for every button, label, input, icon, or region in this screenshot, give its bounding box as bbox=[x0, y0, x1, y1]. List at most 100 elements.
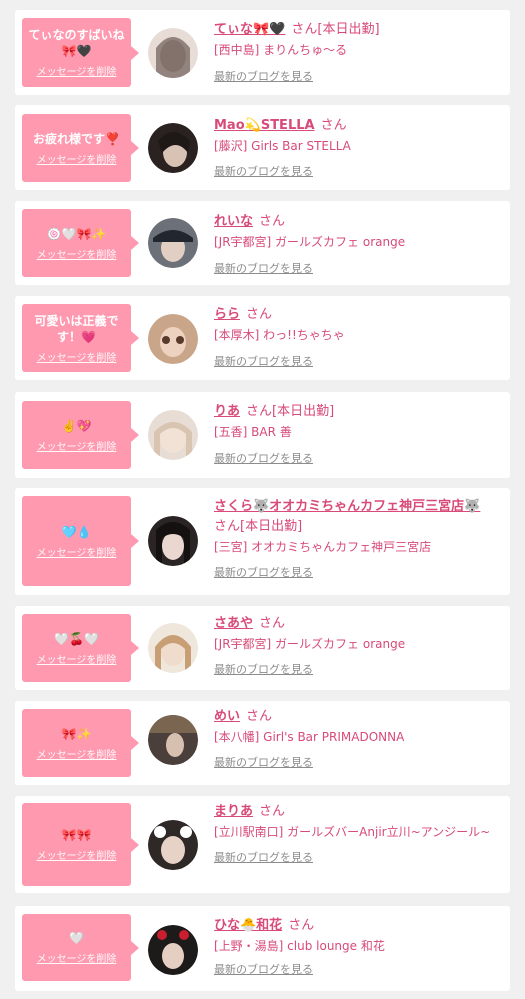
avatar-image bbox=[148, 218, 198, 268]
avatar-image bbox=[148, 123, 198, 173]
avatar[interactable] bbox=[148, 314, 198, 364]
avatar[interactable] bbox=[148, 410, 198, 460]
cast-name-link[interactable]: さくら🐺オオカミちゃんカフェ神戸三宮店🐺 bbox=[214, 499, 480, 514]
message-bubble: 🤍🍒🤍 メッセージを削除 bbox=[22, 614, 139, 682]
message-bubble: 🩵💧 メッセージを削除 bbox=[22, 496, 139, 586]
shop-name: [JR宇都宮] ガールズカフェ orange bbox=[214, 235, 406, 249]
message-text: 🤍🍒🤍 bbox=[54, 631, 99, 646]
shop-name: [立川駅南口] ガールズバーAnjir立川~アンジール~ bbox=[214, 825, 491, 839]
message-bubble: 🎀✨ メッセージを削除 bbox=[22, 709, 139, 777]
list-item: 🩵💧 メッセージを削除 さくら🐺オオカミちゃんカフェ神戸三宮店🐺 さん[本日出勤… bbox=[15, 488, 510, 595]
cast-name-link[interactable]: れいな bbox=[214, 214, 253, 229]
list-item: 🍥🤍🎀✨ メッセージを削除 れいな さん [JR宇都宮] ガールズカフェ oran… bbox=[15, 201, 510, 285]
avatar[interactable] bbox=[148, 28, 198, 78]
message-bubble: 可愛いは正義です！💗 メッセージを削除 bbox=[22, 304, 139, 372]
attendance-badge: [本日出勤] bbox=[272, 404, 335, 419]
cast-name-link[interactable]: ひな🐣和花 bbox=[214, 918, 282, 933]
list-item: 可愛いは正義です！💗 メッセージを削除 らら さん [本厚木] わっ!!ちゃちゃ … bbox=[15, 296, 510, 380]
honorific: さん bbox=[246, 404, 273, 419]
avatar-image bbox=[148, 28, 198, 78]
avatar-image bbox=[148, 623, 198, 673]
honorific: さん bbox=[259, 616, 286, 631]
honorific: さん bbox=[246, 307, 273, 322]
message-bubble: ✌️💖 メッセージを削除 bbox=[22, 401, 139, 469]
list-item: てぃなのすばいね🎀🖤 メッセージを削除 てぃな🎀🖤 さん[本日出勤] [西中島] … bbox=[15, 10, 510, 95]
cast-name-link[interactable]: りあ bbox=[214, 404, 240, 419]
cast-name-link[interactable]: まりあ bbox=[214, 804, 253, 819]
message-text: 🎀🎀 bbox=[61, 828, 92, 842]
message-bubble: 🍥🤍🎀✨ メッセージを削除 bbox=[22, 209, 139, 277]
shop-name: [西中島] まりんちゅ～る bbox=[214, 43, 348, 57]
shop-name: [五香] BAR 善 bbox=[214, 425, 292, 439]
delete-message-link[interactable]: メッセージを削除 bbox=[37, 63, 117, 78]
delete-message-link[interactable]: メッセージを削除 bbox=[37, 438, 117, 453]
list-item: お疲れ様です❣️ メッセージを削除 Mao💫STELLA さん [藤沢] Girl… bbox=[15, 105, 510, 190]
shop-name: [本厚木] わっ!!ちゃちゃ bbox=[214, 328, 345, 342]
message-text: 🩵💧 bbox=[61, 524, 92, 539]
avatar[interactable] bbox=[148, 715, 198, 765]
avatar[interactable] bbox=[148, 623, 198, 673]
latest-blog-link[interactable]: 最新のブログを見る bbox=[214, 850, 504, 866]
avatar-image bbox=[148, 314, 198, 364]
message-text: 🍥🤍🎀✨ bbox=[46, 226, 107, 241]
message-text: お疲れ様です❣️ bbox=[33, 131, 120, 146]
delete-message-link[interactable]: メッセージを削除 bbox=[37, 950, 117, 965]
attendance-badge: [本日出勤] bbox=[240, 519, 303, 534]
shop-name: [本八幡] Girl's Bar PRIMADONNA bbox=[214, 730, 405, 744]
attendance-badge: [本日出勤] bbox=[317, 22, 380, 37]
latest-blog-link[interactable]: 最新のブログを見る bbox=[214, 261, 504, 277]
avatar[interactable] bbox=[148, 123, 198, 173]
honorific: さん bbox=[246, 709, 273, 724]
list-item: 🤍🍒🤍 メッセージを削除 さあや さん [JR宇都宮] ガールズカフェ orang… bbox=[15, 606, 510, 690]
message-list: てぃなのすばいね🎀🖤 メッセージを削除 てぃな🎀🖤 さん[本日出勤] [西中島] … bbox=[0, 0, 525, 999]
list-item: ✌️💖 メッセージを削除 りあ さん[本日出勤] [五香] BAR 善 最新のブロ… bbox=[15, 392, 510, 478]
shop-name: [JR宇都宮] ガールズカフェ orange bbox=[214, 637, 406, 651]
latest-blog-link[interactable]: 最新のブログを見る bbox=[214, 354, 504, 370]
avatar[interactable] bbox=[148, 925, 198, 975]
list-item: 🎀✨ メッセージを削除 めい さん [本八幡] Girl's Bar PRIMAD… bbox=[15, 701, 510, 785]
cast-name-link[interactable]: らら bbox=[214, 307, 240, 322]
honorific: さん bbox=[259, 214, 286, 229]
message-text: てぃなのすばいね🎀🖤 bbox=[28, 28, 125, 58]
latest-blog-link[interactable]: 最新のブログを見る bbox=[214, 755, 504, 771]
delete-message-link[interactable]: メッセージを削除 bbox=[37, 651, 117, 666]
cast-name-link[interactable]: さあや bbox=[214, 616, 253, 631]
list-item: 🤍 メッセージを削除 ひな🐣和花 さん [上野・湯島] club lounge 和… bbox=[15, 906, 510, 991]
message-text: 可愛いは正義です！💗 bbox=[34, 313, 119, 344]
delete-message-link[interactable]: メッセージを削除 bbox=[37, 246, 117, 261]
delete-message-link[interactable]: メッセージを削除 bbox=[37, 544, 117, 559]
delete-message-link[interactable]: メッセージを削除 bbox=[37, 746, 117, 761]
delete-message-link[interactable]: メッセージを削除 bbox=[37, 349, 117, 364]
avatar[interactable] bbox=[148, 516, 198, 566]
latest-blog-link[interactable]: 最新のブログを見る bbox=[214, 662, 504, 678]
avatar-image bbox=[148, 516, 198, 566]
honorific: さん bbox=[288, 918, 315, 933]
avatar-image bbox=[148, 925, 198, 975]
cast-name-link[interactable]: めい bbox=[214, 709, 240, 724]
latest-blog-link[interactable]: 最新のブログを見る bbox=[214, 451, 504, 467]
avatar-image bbox=[148, 715, 198, 765]
delete-message-link[interactable]: メッセージを削除 bbox=[37, 151, 117, 166]
avatar-image bbox=[148, 410, 198, 460]
cast-name-link[interactable]: Mao💫STELLA bbox=[214, 118, 315, 133]
latest-blog-link[interactable]: 最新のブログを見る bbox=[214, 565, 504, 581]
honorific: さん bbox=[214, 519, 241, 534]
avatar[interactable] bbox=[148, 820, 198, 870]
latest-blog-link[interactable]: 最新のブログを見る bbox=[214, 69, 504, 85]
honorific: さん bbox=[320, 118, 347, 133]
shop-name: [藤沢] Girls Bar STELLA bbox=[214, 139, 351, 153]
delete-message-link[interactable]: メッセージを削除 bbox=[37, 847, 117, 862]
list-item: 🎀🎀 メッセージを削除 まりあ さん [立川駅南口] ガールズバーAnjir立川~… bbox=[15, 796, 510, 893]
latest-blog-link[interactable]: 最新のブログを見る bbox=[214, 164, 504, 180]
shop-name: [上野・湯島] club lounge 和花 bbox=[214, 939, 385, 953]
message-text: 🎀✨ bbox=[61, 726, 92, 741]
shop-name: [三宮] オオカミちゃんカフェ神戸三宮店 bbox=[214, 540, 432, 554]
avatar[interactable] bbox=[148, 218, 198, 268]
message-bubble: 🎀🎀 メッセージを削除 bbox=[22, 803, 139, 886]
avatar-image bbox=[148, 820, 198, 870]
message-text: 🤍 bbox=[69, 931, 84, 945]
message-text: ✌️💖 bbox=[61, 418, 92, 433]
latest-blog-link[interactable]: 最新のブログを見る bbox=[214, 962, 504, 978]
honorific: さん bbox=[291, 22, 318, 37]
cast-name-link[interactable]: てぃな🎀🖤 bbox=[214, 22, 285, 37]
